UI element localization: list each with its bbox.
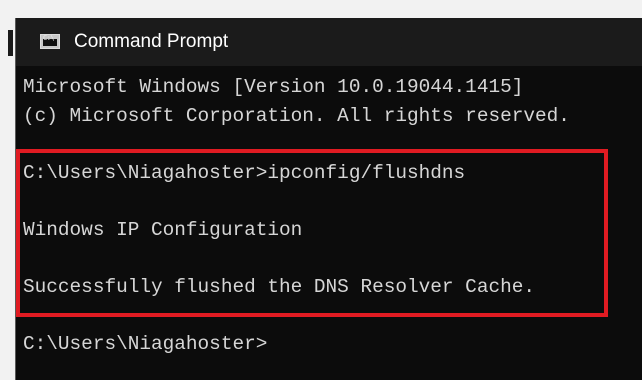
background-window-edge	[8, 30, 13, 56]
terminal-line-copyright: (c) Microsoft Corporation. All rights re…	[23, 105, 570, 127]
window-title: Command Prompt	[74, 31, 229, 52]
command-prompt-window[interactable]: C:\ Command Prompt Microsoft Windows [Ve…	[15, 18, 642, 380]
screenshot-page: C:\ Command Prompt Microsoft Windows [Ve…	[0, 0, 642, 380]
terminal-line-version: Microsoft Windows [Version 10.0.19044.14…	[23, 76, 524, 98]
window-titlebar[interactable]: C:\ Command Prompt	[16, 18, 642, 66]
terminal-line-prompt[interactable]: C:\Users\Niagahoster>	[23, 332, 267, 356]
cmd-icon-glyph: C:\	[43, 34, 55, 42]
cmd-icon[interactable]: C:\	[40, 34, 60, 49]
highlight-annotation-box	[16, 149, 608, 317]
